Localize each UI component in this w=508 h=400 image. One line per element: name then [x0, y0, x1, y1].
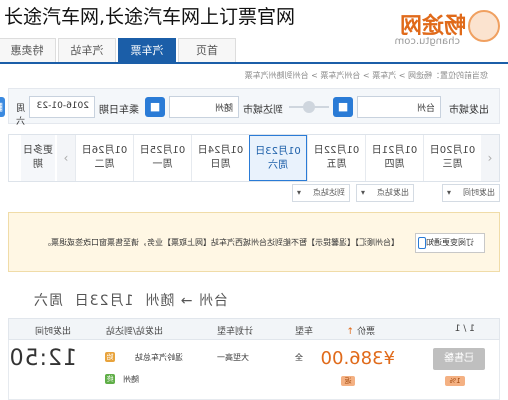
date-prev-arrow[interactable]: ‹: [481, 135, 499, 181]
nav-tab-home[interactable]: 首页: [178, 38, 236, 62]
departure-time: 12:50: [8, 346, 77, 371]
date-option-active[interactable]: 01月23日 周六: [249, 135, 307, 181]
col-planned-model: 计划车型: [216, 327, 253, 337]
site-logo[interactable]: 畅途网 changtu.com: [350, 4, 500, 54]
mirrored-page: 畅途网 changtu.com 首页 汽车票 汽车站 特卖惠 您当前的位置：畅途…: [0, 0, 508, 400]
bus-type: 全: [295, 353, 303, 362]
date-week: 周三: [442, 159, 463, 170]
col-departure-time[interactable]: 出发时间: [35, 324, 71, 337]
departure-time-filter[interactable]: 出发时间 ▾: [442, 184, 500, 202]
to-city-input[interactable]: 随州: [169, 96, 239, 118]
to-city-label: 到达城市: [243, 105, 283, 116]
destination-station: 随州: [123, 375, 139, 384]
route-from: 台州: [198, 293, 228, 309]
subscribe-change-button[interactable]: 订阅变更通知: [415, 233, 485, 253]
filter-label: 到达站点: [313, 188, 345, 197]
breadcrumb: 您当前的位置：畅途网 > 汽车票 > 台州汽车票 > 台州到随州汽车票: [244, 71, 488, 80]
nav-tab-deals[interactable]: 特卖惠: [0, 38, 56, 62]
planned-model: 大型高一: [217, 353, 249, 362]
from-city-label: 出发城市: [449, 105, 489, 116]
table-row: 12:50 始 温岭汽车总站 终 随州 大型高一 全 ¥386.00 返 已售罄…: [8, 340, 500, 400]
main-nav: 首页 汽车票 汽车站 特卖惠: [0, 38, 238, 62]
notice-text: 【台州顺汇】【温馨提示】暂不能到达台州城西汽车站【网上取票】业务，请至售票窗口改…: [43, 238, 399, 247]
route-header: 台州 → 随州 1月23日 周六: [33, 290, 228, 310]
date-label: 乘车日期: [99, 105, 139, 116]
date-week: 周六: [268, 160, 288, 171]
date-text: 01月25日: [139, 145, 186, 156]
train-icon: ■: [145, 97, 165, 117]
more-dates-button[interactable]: 更多日期: [21, 135, 55, 181]
bus-icon: ■: [333, 97, 353, 117]
overlay-title: 长途汽车网,长途汽车网上订票官网: [4, 6, 296, 28]
search-bar: 出发城市 台州 ■ 到达城市 随州 ■ 乘车日期 2016-01-23 周六 ▦: [0, 88, 500, 127]
ticket-price: ¥386.00: [320, 348, 395, 369]
date-text: 01月21日: [371, 145, 418, 156]
logo-mark-icon: [468, 10, 500, 42]
date-week: 周二: [94, 159, 115, 170]
chevron-down-icon: ▾: [297, 188, 302, 197]
date-option[interactable]: 01月24日 周日: [191, 135, 249, 181]
from-city-input[interactable]: 台州: [357, 96, 441, 118]
notice-banner: 【台州顺汇】【温馨提示】暂不能到达台州城西汽车站【网上取票】业务，请至售票窗口改…: [8, 212, 500, 272]
origin-tag: 始: [105, 352, 115, 362]
date-input[interactable]: 2016-01-23: [29, 96, 95, 118]
swap-cities-icon[interactable]: [303, 101, 315, 113]
destination-tag: 终: [105, 374, 115, 384]
date-selector: ‹ 01月20日 周三 01月21日 周四 01月22日 周五 01月23日 周六 01…: [8, 134, 500, 182]
buy-ticket-button[interactable]: 已售罄: [433, 348, 485, 370]
phone-icon: [418, 237, 426, 249]
to-station-filter[interactable]: 到达站点 ▾: [292, 184, 350, 202]
date-week: 周四: [384, 159, 405, 170]
from-station-filter[interactable]: 出发站点 ▾: [356, 184, 414, 202]
date-text: 01月22日: [313, 145, 360, 156]
filter-bar: 出发时间 ▾ 出发站点 ▾ 到达站点 ▾: [8, 184, 500, 206]
date-week: 周一: [152, 159, 173, 170]
discount-badge: 1%: [445, 376, 465, 386]
calendar-icon[interactable]: ▦: [0, 97, 5, 117]
date-option[interactable]: 01月26日 周二: [75, 135, 133, 181]
filter-label: 出发站点: [377, 188, 409, 197]
subscribe-label: 订阅变更通知: [426, 238, 474, 247]
route-to: 随州: [144, 293, 175, 309]
more-dates-label: 更多日期: [23, 145, 53, 170]
col-price[interactable]: 票价↑: [346, 324, 375, 337]
origin-station[interactable]: 温岭汽车总站: [135, 352, 183, 363]
return-tag: 返: [341, 376, 355, 386]
chevron-down-icon: ▾: [361, 188, 366, 197]
date-text: 01月24日: [197, 145, 244, 156]
chevron-down-icon: ▾: [447, 188, 452, 197]
pager[interactable]: 1 / 1: [455, 324, 475, 334]
date-text: 01月23日: [255, 146, 301, 157]
route-week: 周六: [32, 293, 63, 309]
nav-tab-bus-tickets[interactable]: 汽车票: [118, 38, 176, 62]
date-weekday: 周六: [15, 104, 25, 127]
logo-domain: changtu.com: [394, 36, 460, 47]
nav-tab-bus-stations[interactable]: 汽车站: [58, 38, 116, 62]
col-bus-type: 车型: [294, 327, 313, 337]
date-option[interactable]: 01月25日 周一: [133, 135, 191, 181]
price-header-label: 票价: [356, 327, 375, 337]
date-option[interactable]: 01月22日 周五: [307, 135, 365, 181]
date-option[interactable]: 01月21日 周四: [365, 135, 423, 181]
results-table-header: 出发时间 出发站/到达站 计划车型 车型 票价↑ 1 / 1: [8, 318, 500, 340]
date-week: 周五: [326, 159, 347, 170]
date-option[interactable]: 01月20日 周三: [423, 135, 481, 181]
date-week: 周日: [210, 159, 231, 170]
filter-label: 出发时间: [463, 188, 495, 197]
date-text: 01月20日: [429, 145, 476, 156]
route-date: 1月23日: [73, 293, 134, 309]
route-arrow: →: [179, 293, 193, 309]
col-stations: 出发站/到达站: [105, 327, 163, 337]
date-next-arrow[interactable]: ›: [57, 135, 75, 181]
date-text: 01月26日: [81, 145, 128, 156]
sort-arrow-icon: ↑: [346, 327, 354, 337]
nav-underline: [0, 62, 508, 64]
